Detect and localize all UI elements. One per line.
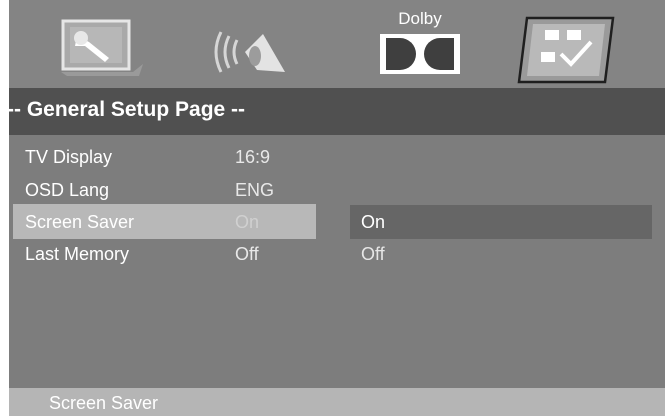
setting-label-screen-saver[interactable]: Screen Saver (25, 212, 134, 233)
setting-label-osd-lang[interactable]: OSD Lang (25, 180, 109, 201)
checklist-icon[interactable] (515, 16, 615, 84)
setting-value-screen-saver: On (235, 212, 260, 232)
dolby-icon[interactable] (380, 34, 460, 74)
setting-label-tv-display[interactable]: TV Display (25, 147, 112, 168)
page-title: -- General Setup Page -- (7, 98, 246, 121)
setting-value-osd-lang: ENG (235, 180, 275, 200)
wrench-icon[interactable] (61, 18, 143, 78)
dolby-label: Dolby (398, 9, 442, 28)
setting-label-last-memory[interactable]: Last Memory (25, 244, 129, 265)
speaker-icon[interactable] (209, 26, 289, 78)
setting-value-last-memory: Off (235, 244, 259, 264)
selected-option-highlight (350, 205, 652, 239)
setting-value-tv-display: 16:9 (235, 147, 271, 167)
option-off[interactable]: Off (361, 244, 385, 265)
option-on[interactable]: On (361, 212, 385, 233)
status-text: Screen Saver (49, 393, 159, 413)
setup-menu-screen: Dolby -- General Setup Page -- TV Displa… (7, 0, 665, 416)
setup-tab-bar: Dolby (9, 0, 665, 88)
